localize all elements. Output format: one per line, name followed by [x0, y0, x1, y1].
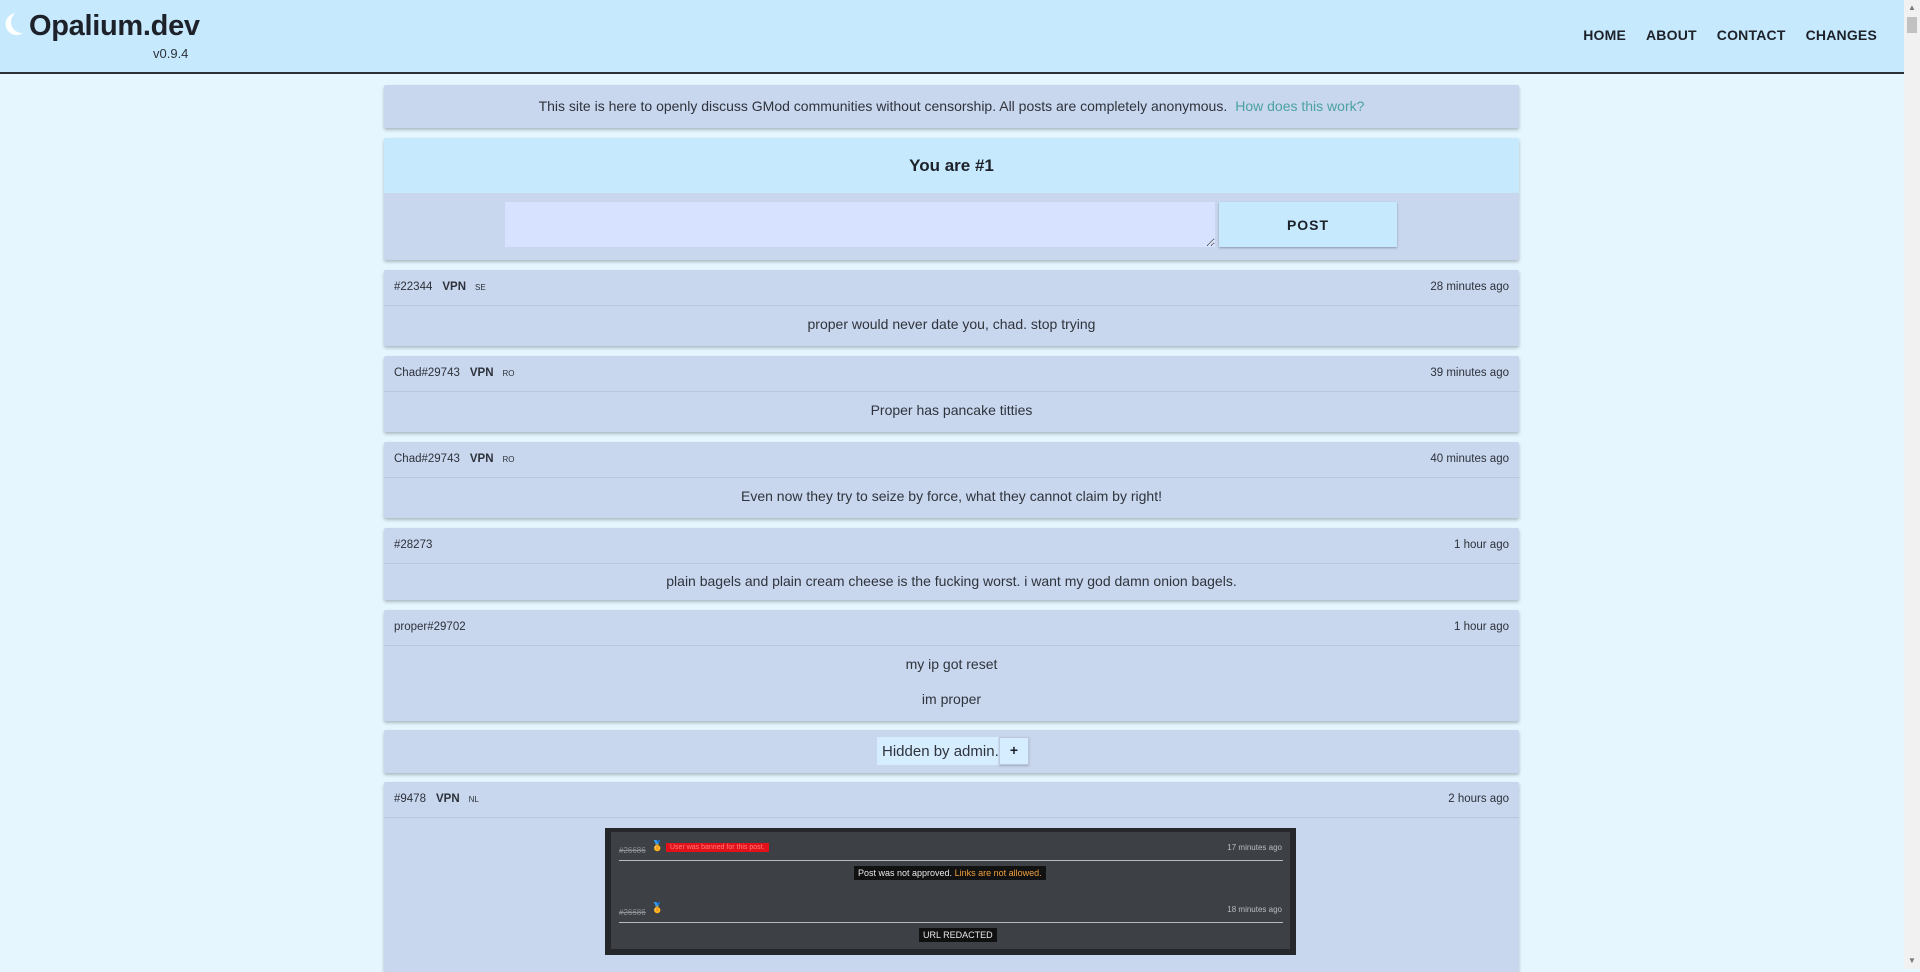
post-text: my ip got reset	[905, 656, 998, 672]
post-body: Even now they try to seize by force, wha…	[384, 488, 1519, 504]
post-body: my ip got reset im proper	[384, 656, 1519, 707]
hidden-post-card: Hidden by admin. +	[384, 730, 1519, 773]
post-header: Chad#29743 VPN RO 40 minutes ago	[384, 442, 1519, 478]
triangle-up-icon[interactable]: ▲	[1904, 0, 1920, 16]
post-header: #28273 1 hour ago	[384, 528, 1519, 564]
post-author: #28273	[394, 539, 433, 551]
nav-contact[interactable]: CONTACT	[1717, 27, 1786, 43]
scrollbar-thumb[interactable]	[1907, 17, 1917, 33]
nav-about[interactable]: ABOUT	[1646, 27, 1697, 43]
image-user: #26686	[619, 908, 646, 917]
post-composer: You are #1 POST	[384, 138, 1519, 260]
image-user: #26686	[619, 846, 646, 855]
post-body: proper would never date you, chad. stop …	[384, 316, 1519, 332]
post-card: Chad#29743 VPN RO 40 minutes ago Even now …	[384, 442, 1519, 518]
site-header: Opalium.dev v0.9.4 HOME ABOUT CONTACT CH…	[0, 0, 1904, 74]
how-it-works-link[interactable]: How does this work?	[1235, 98, 1364, 114]
nav-changes[interactable]: CHANGES	[1806, 27, 1877, 43]
site-notice: This site is here to openly discuss GMod…	[384, 85, 1519, 128]
vpn-badge: VPN	[469, 453, 494, 465]
post-button[interactable]: POST	[1219, 202, 1397, 247]
post-meta: #22344 VPN SE	[394, 281, 486, 293]
post-body: Proper has pancake titties	[384, 402, 1519, 418]
vpn-badge: VPN	[469, 367, 494, 379]
post-text: plain bagels and plain cream cheese is t…	[666, 573, 1237, 589]
post-text: proper would never date you, chad. stop …	[807, 316, 1096, 332]
post-body: plain bagels and plain cream cheese is t…	[384, 573, 1519, 589]
image-redacted: URL REDACTED	[919, 928, 997, 942]
vpn-badge: VPN	[435, 793, 460, 805]
country-code: RO	[502, 455, 515, 464]
main-nav: HOME ABOUT CONTACT CHANGES	[1583, 27, 1877, 43]
image-message: Post was not approved. Links are not all…	[854, 866, 1046, 880]
image-message-text: Post was not approved.	[858, 868, 953, 878]
composer-title: You are #1	[384, 138, 1519, 193]
nav-home[interactable]: HOME	[1583, 27, 1626, 43]
triangle-down-icon[interactable]: ▼	[1904, 953, 1920, 969]
notice-text: This site is here to openly discuss GMod…	[538, 98, 1228, 114]
post-meta: #9478 VPN NL	[394, 793, 479, 805]
country-code: NL	[468, 795, 479, 804]
post-author: proper#29702	[394, 621, 466, 633]
post-time: 1 hour ago	[1454, 621, 1509, 633]
post-image[interactable]: #26686 🏅 User was banned for this post. …	[605, 828, 1296, 955]
post-header: proper#29702 1 hour ago	[384, 610, 1519, 646]
image-time: 18 minutes ago	[1227, 905, 1282, 914]
post-text: Even now they try to seize by force, wha…	[741, 488, 1162, 504]
post-meta: proper#29702	[394, 621, 466, 633]
post-time: 1 hour ago	[1454, 539, 1509, 551]
post-card: Chad#29743 VPN RO 39 minutes ago Proper ha…	[384, 356, 1519, 432]
page-scrollbar[interactable]: ▲ ▼	[1904, 0, 1920, 969]
image-reason: Links are not allowed.	[954, 868, 1042, 878]
post-card: #9478 VPN NL 2 hours ago #26686 🏅 User was…	[384, 782, 1519, 972]
site-version: v0.9.4	[153, 46, 189, 61]
post-header: #22344 VPN SE 28 minutes ago	[384, 270, 1519, 306]
medal-icon: 🏅	[651, 841, 664, 852]
site-logo[interactable]: Opalium.dev	[29, 10, 200, 43]
post-time: 2 hours ago	[1448, 793, 1509, 805]
post-card: #28273 1 hour ago plain bagels and plain…	[384, 528, 1519, 600]
post-time: 39 minutes ago	[1430, 367, 1509, 379]
post-author: #9478	[394, 793, 426, 805]
post-meta: Chad#29743 VPN RO	[394, 367, 515, 379]
post-time: 40 minutes ago	[1430, 453, 1509, 465]
post-header: #9478 VPN NL 2 hours ago	[384, 782, 1519, 818]
image-divider	[619, 922, 1283, 923]
image-divider	[619, 860, 1283, 861]
post-text: Proper has pancake titties	[870, 402, 1033, 418]
expand-button[interactable]: +	[999, 737, 1029, 765]
post-input[interactable]	[505, 202, 1215, 247]
post-card: proper#29702 1 hour ago my ip got reset …	[384, 610, 1519, 721]
country-code: SE	[475, 283, 486, 292]
post-header: Chad#29743 VPN RO 39 minutes ago	[384, 356, 1519, 392]
country-code: RO	[502, 369, 515, 378]
post-text: im proper	[921, 691, 982, 707]
post-card: #22344 VPN SE 28 minutes ago proper would …	[384, 270, 1519, 346]
image-content: #26686 🏅 User was banned for this post. …	[611, 832, 1290, 949]
post-author: Chad#29743	[394, 367, 460, 379]
post-meta: Chad#29743 VPN RO	[394, 453, 515, 465]
image-ban-label: User was banned for this post.	[666, 843, 769, 852]
image-time: 17 minutes ago	[1227, 843, 1282, 852]
post-meta: #28273	[394, 539, 432, 551]
vpn-badge: VPN	[442, 281, 467, 293]
post-author: #22344	[394, 281, 433, 293]
medal-icon: 🏅	[651, 903, 664, 914]
post-time: 28 minutes ago	[1430, 281, 1509, 293]
post-author: Chad#29743	[394, 453, 460, 465]
hidden-label: Hidden by admin.	[877, 737, 1004, 765]
